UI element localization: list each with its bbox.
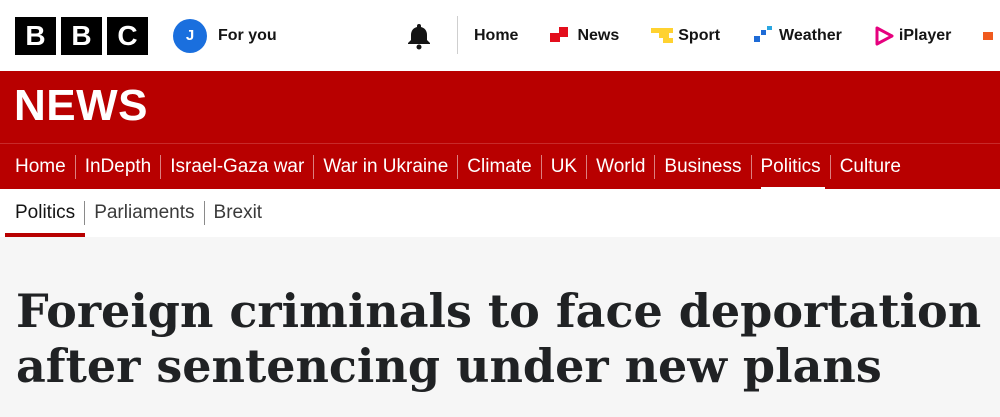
sub-nav-separator [84, 201, 86, 225]
section-nav-separator [750, 154, 752, 179]
header-divider [457, 16, 458, 54]
section-nav-business[interactable]: Business [664, 144, 741, 190]
iplayer-icon [875, 26, 894, 45]
sub-nav: Politics Parliaments Brexit [0, 189, 1000, 237]
section-nav-separator [586, 154, 588, 179]
section-nav-separator [74, 154, 76, 179]
global-nav-weather-label: Weather [779, 26, 842, 44]
section-nav-separator [457, 154, 459, 179]
section-nav-separator [654, 154, 656, 179]
news-banner: NEWS [0, 71, 1000, 143]
for-you-label: For you [218, 26, 277, 44]
sub-nav-parliaments[interactable]: Parliaments [94, 189, 194, 237]
global-nav-home-label: Home [474, 26, 519, 44]
section-nav-climate[interactable]: Climate [467, 144, 531, 190]
section-nav-israel-gaza-war[interactable]: Israel-Gaza war [170, 144, 304, 190]
sub-nav-brexit[interactable]: Brexit [214, 189, 263, 237]
more-nav-icon [983, 31, 994, 40]
section-nav: Home InDepth Israel-Gaza war War in Ukra… [0, 143, 1000, 190]
sport-icon [651, 27, 674, 43]
bbc-logo-letter-c: C [107, 16, 148, 55]
global-nav-sport-label: Sport [678, 26, 721, 44]
sub-nav-separator [203, 201, 205, 225]
section-nav-separator [313, 154, 315, 179]
global-nav-more[interactable] [983, 27, 1000, 45]
avatar: J [173, 18, 207, 53]
global-nav: Home News Sport Weather iPlayer [474, 0, 1000, 71]
global-nav-home[interactable]: Home [474, 27, 518, 45]
article-header: Foreign criminals to face deportation af… [0, 237, 1000, 417]
global-nav-news-label: News [577, 26, 620, 44]
bbc-logo-letter-b2: B [61, 16, 102, 55]
global-header: B B C J For you Home News Sport Weather … [0, 0, 1000, 71]
weather-icon [754, 25, 773, 42]
section-nav-separator [160, 154, 162, 179]
global-nav-sport[interactable]: Sport [651, 27, 720, 45]
account-link[interactable]: J For you [173, 18, 277, 53]
news-brand-title[interactable]: NEWS [14, 81, 148, 131]
news-icon [550, 26, 569, 42]
global-nav-news[interactable]: News [550, 26, 620, 45]
global-nav-weather[interactable]: Weather [752, 25, 842, 46]
section-nav-uk[interactable]: UK [551, 144, 577, 190]
article-headline: Foreign criminals to face deportation af… [16, 284, 982, 393]
section-nav-indepth[interactable]: InDepth [85, 144, 152, 190]
section-nav-culture[interactable]: Culture [840, 144, 901, 190]
global-nav-iplayer[interactable]: iPlayer [874, 26, 951, 46]
section-nav-war-in-ukraine[interactable]: War in Ukraine [323, 144, 448, 190]
bbc-logo-letter-b1: B [15, 16, 56, 55]
bbc-logo[interactable]: B B C [15, 16, 148, 55]
section-nav-home[interactable]: Home [15, 144, 66, 190]
sub-nav-politics[interactable]: Politics [4, 189, 86, 237]
section-nav-politics[interactable]: Politics [760, 144, 825, 190]
section-nav-separator [829, 154, 831, 179]
section-nav-separator [540, 154, 542, 179]
section-nav-world[interactable]: World [596, 144, 645, 190]
global-nav-iplayer-label: iPlayer [898, 26, 952, 44]
notification-bell-icon[interactable] [404, 20, 434, 50]
